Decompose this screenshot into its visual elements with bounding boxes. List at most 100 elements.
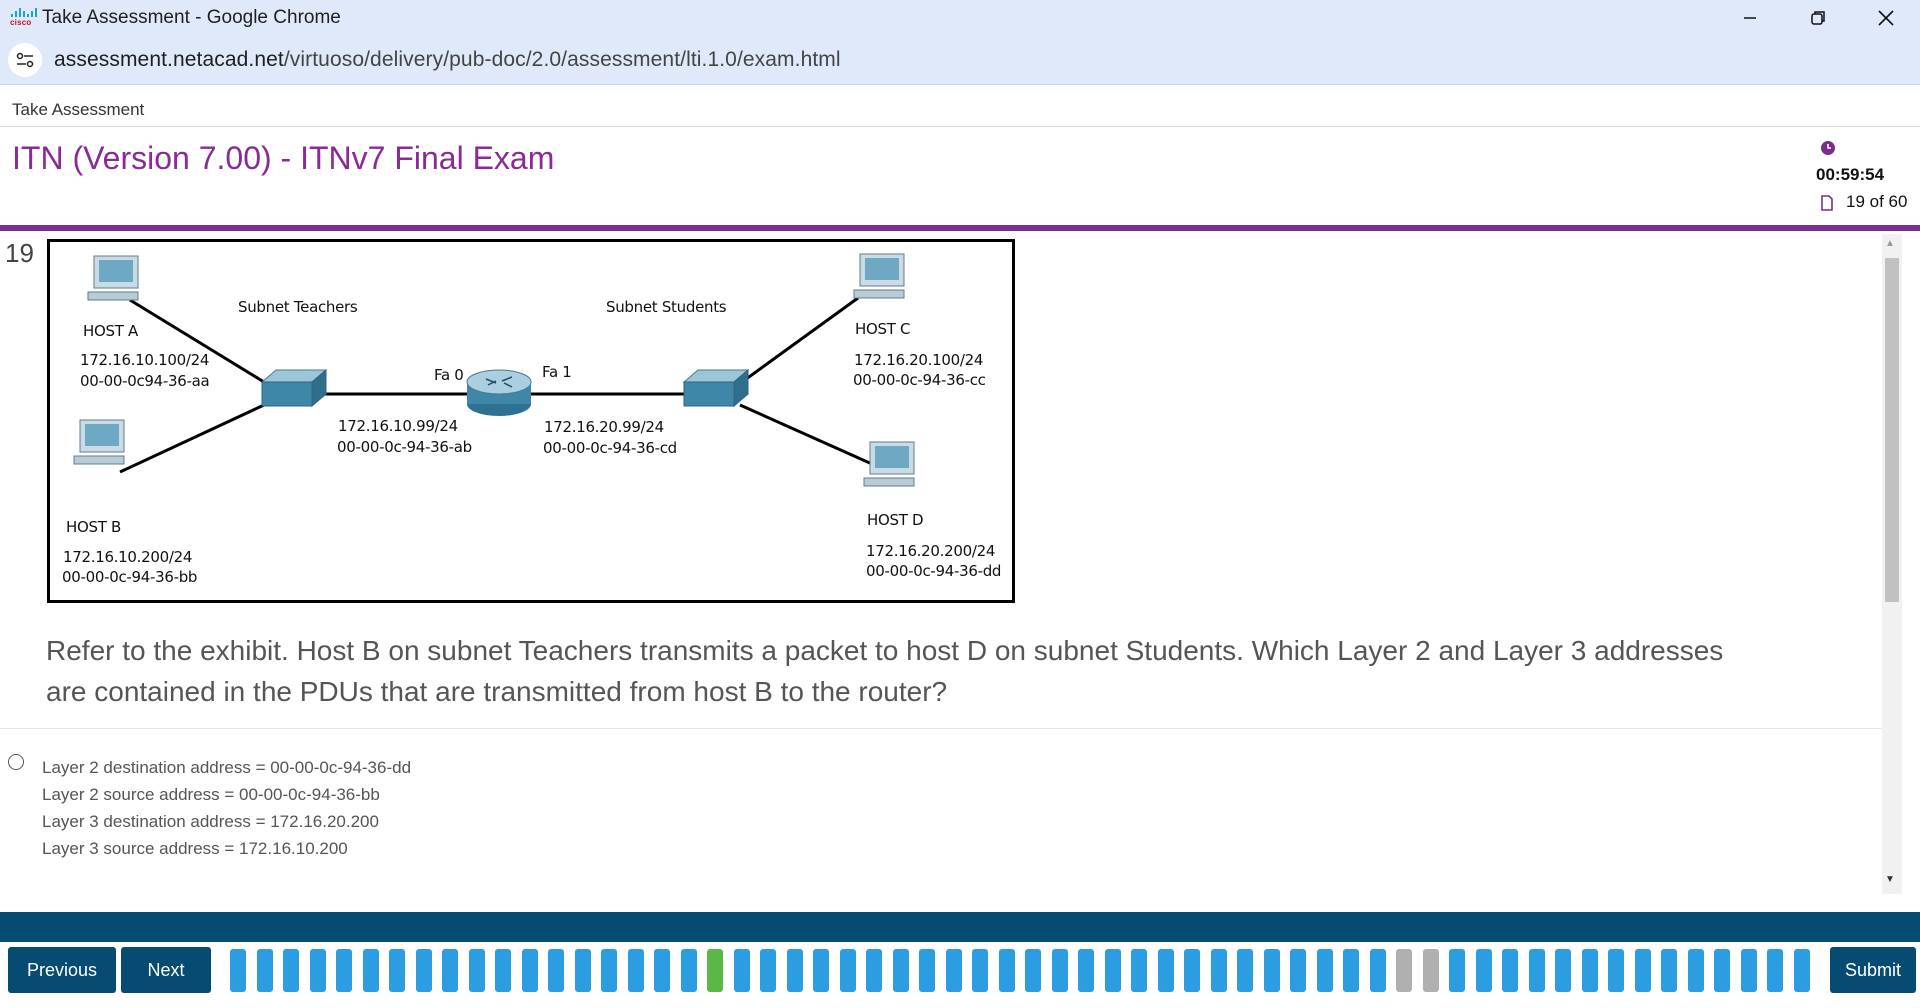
question-nav-box[interactable]	[548, 949, 564, 992]
question-nav-box[interactable]	[1343, 949, 1359, 992]
answer-line: Layer 2 destination address = 00-00-0c-9…	[42, 758, 412, 777]
question-nav-box[interactable]	[1528, 949, 1545, 992]
router-fa1-label: Fa 1	[542, 363, 572, 381]
network-exhibit: Subnet Teachers Subnet Students HOST A 1…	[47, 239, 1015, 603]
question-nav-box[interactable]	[760, 949, 776, 992]
question-nav-box[interactable]	[468, 949, 485, 992]
router-fa1-ip: 172.16.20.99/24	[544, 418, 664, 436]
question-nav-box[interactable]	[839, 949, 856, 992]
question-nav-box[interactable]	[1502, 949, 1518, 992]
question-nav-box[interactable]	[1714, 949, 1730, 992]
answer-radio[interactable]	[8, 754, 24, 770]
footer-band	[0, 912, 1920, 942]
question-nav-box[interactable]	[1184, 949, 1200, 992]
question-nav-box[interactable]	[362, 949, 379, 992]
question-nav-box[interactable]	[654, 949, 670, 992]
question-nav-box[interactable]	[309, 949, 326, 992]
question-nav-box[interactable]	[1422, 949, 1439, 992]
question-navigator	[230, 949, 1820, 992]
question-nav-box[interactable]	[945, 949, 962, 992]
question-nav-box[interactable]	[1369, 949, 1386, 992]
question-nav-box[interactable]	[389, 949, 405, 992]
close-icon	[1878, 10, 1894, 26]
scroll-down-arrow-icon[interactable]: ▼	[1885, 874, 1895, 885]
question-text: Refer to the exhibit. Host B on subnet T…	[46, 635, 1724, 707]
question-nav-box[interactable]	[1608, 949, 1624, 992]
scroll-up-arrow-icon[interactable]: ▲	[1885, 238, 1895, 249]
address-bar: assessment.netacad.net/virtuoso/delivery…	[0, 36, 1920, 85]
question-nav-box[interactable]	[1661, 949, 1677, 992]
question-nav-box[interactable]	[574, 949, 591, 992]
question-nav-box[interactable]	[680, 949, 697, 992]
window-controls	[1716, 0, 1920, 36]
question-nav-box[interactable]	[283, 949, 299, 992]
host-d-ip: 172.16.20.200/24	[866, 542, 996, 560]
question-nav-box[interactable]	[972, 949, 988, 992]
question-nav-box[interactable]	[1104, 949, 1121, 992]
question-nav-box[interactable]	[1396, 949, 1412, 992]
question-nav-box[interactable]	[1555, 949, 1571, 992]
host-a-mac: 00-00-0c94-36-aa	[80, 372, 210, 390]
host-c-icon	[853, 253, 905, 299]
host-c-name: HOST C	[855, 320, 911, 338]
question-nav-box[interactable]	[1237, 949, 1253, 992]
site-settings-button[interactable]	[8, 43, 42, 77]
window-titlebar: cisco Take Assessment - Google Chrome	[0, 0, 1920, 36]
question-nav-box[interactable]	[495, 949, 511, 992]
question-nav-box[interactable]	[1581, 949, 1598, 992]
question-nav-box[interactable]	[1793, 949, 1810, 992]
switch-students-icon	[682, 368, 750, 408]
question-nav-box[interactable]	[1290, 949, 1306, 992]
question-nav-box[interactable]	[1316, 949, 1333, 992]
question-nav-box[interactable]	[1210, 949, 1227, 992]
router-fa0-ip: 172.16.10.99/24	[338, 417, 458, 435]
answer-option[interactable]: Layer 2 destination address = 00-00-0c-9…	[42, 754, 411, 862]
question-nav-box[interactable]	[627, 949, 644, 992]
tune-icon	[16, 52, 34, 68]
question-nav-box[interactable]	[521, 949, 538, 992]
question-nav-box[interactable]	[1634, 949, 1651, 992]
host-a-name: HOST A	[83, 322, 138, 340]
question-nav-box[interactable]	[256, 949, 273, 992]
question-nav-box[interactable]	[1475, 949, 1492, 992]
minimize-button[interactable]	[1716, 0, 1784, 36]
question-nav-box[interactable]	[1051, 949, 1068, 992]
question-nav-box[interactable]	[1025, 949, 1041, 992]
question-nav-box[interactable]	[998, 949, 1015, 992]
question-nav-box[interactable]	[1740, 949, 1757, 992]
question-nav-box[interactable]	[336, 949, 352, 992]
question-nav-box[interactable]	[707, 949, 723, 992]
question-nav-box[interactable]	[1078, 949, 1094, 992]
question-nav-box[interactable]	[1263, 949, 1280, 992]
question-nav-box[interactable]	[230, 949, 246, 992]
previous-button[interactable]: Previous	[8, 947, 116, 993]
question-nav-box[interactable]	[1767, 949, 1783, 992]
question-nav-box[interactable]	[1687, 949, 1704, 992]
submit-button[interactable]: Submit	[1830, 947, 1916, 993]
host-d-icon	[863, 441, 915, 487]
question-nav-box[interactable]	[415, 949, 432, 992]
scrollbar-thumb[interactable]	[1885, 258, 1899, 602]
next-button[interactable]: Next	[121, 947, 211, 993]
answer-line: Layer 3 source address = 172.16.10.200	[42, 839, 348, 858]
router-fa1-mac: 00-00-0c-94-36-cd	[543, 439, 677, 457]
question-nav-box[interactable]	[601, 949, 617, 992]
question-nav-box[interactable]	[442, 949, 458, 992]
question-nav-box[interactable]	[1131, 949, 1147, 992]
router-icon	[466, 369, 532, 416]
url-field[interactable]: assessment.netacad.net/virtuoso/delivery…	[54, 48, 841, 72]
question-nav-box[interactable]	[733, 949, 750, 992]
question-nav-box[interactable]	[866, 949, 882, 992]
url-path: /virtuoso/delivery/pub-doc/2.0/assessmen…	[283, 48, 841, 71]
question-nav-box[interactable]	[1449, 949, 1465, 992]
question-nav-box[interactable]	[786, 949, 803, 992]
question-nav-box[interactable]	[919, 949, 935, 992]
question-nav-box[interactable]	[1157, 949, 1174, 992]
question-nav-box[interactable]	[813, 949, 829, 992]
question-nav-box[interactable]	[892, 949, 909, 992]
subnet-students-label: Subnet Students	[606, 298, 727, 316]
answer-line: Layer 3 destination address = 172.16.20.…	[42, 812, 379, 831]
question-number: 19	[5, 238, 34, 268]
close-button[interactable]	[1852, 0, 1920, 36]
restore-button[interactable]	[1784, 0, 1852, 36]
